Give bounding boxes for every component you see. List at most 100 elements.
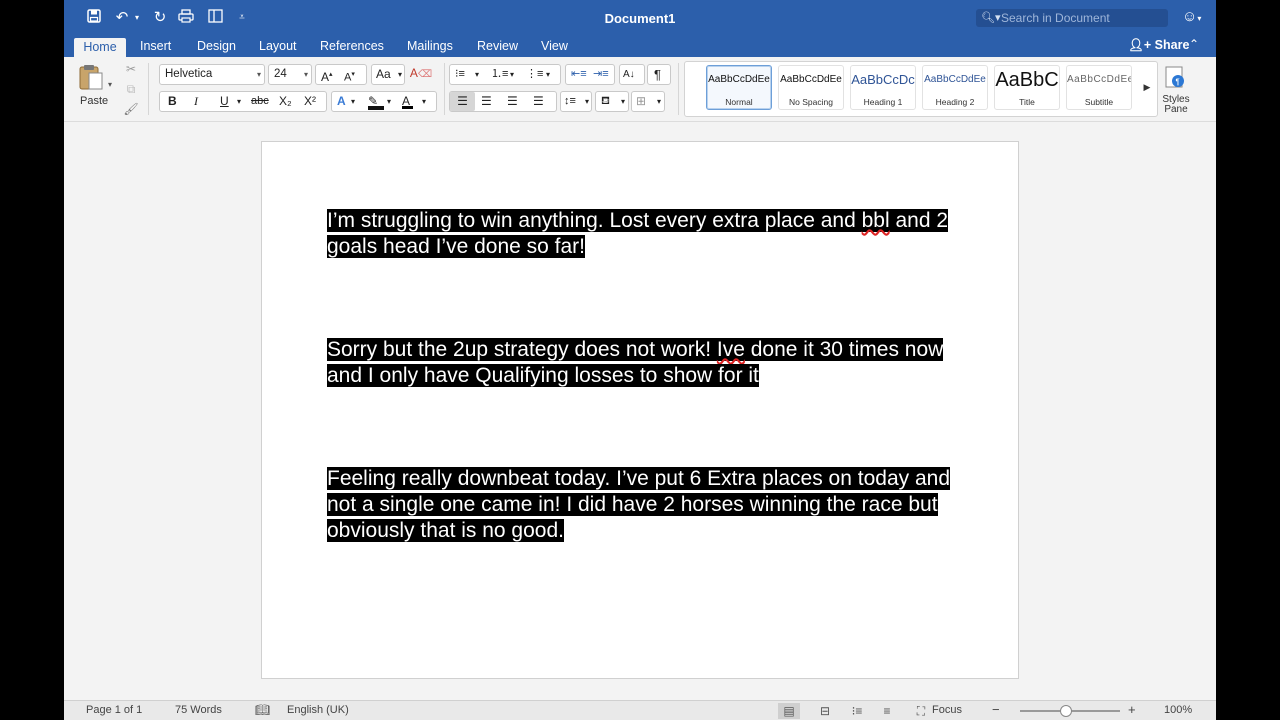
share-button[interactable]: 👤︎+ Share <box>1128 38 1189 53</box>
font-size-select[interactable]: 24 ▾ <box>268 64 312 85</box>
zoom-out-button[interactable]: − <box>992 702 1000 717</box>
borders-icon[interactable]: ⊞ ▾ <box>631 91 665 112</box>
separator <box>148 63 149 115</box>
paragraph-3[interactable]: Feeling really downbeat today. I’ve put … <box>327 466 967 544</box>
numbering-icon[interactable]: ⒈≡ <box>491 65 508 84</box>
subscript-button[interactable]: X₂ <box>279 92 292 111</box>
chevron-down-icon: ▾ <box>546 70 551 79</box>
show-formatting-icon[interactable]: ¶ <box>647 64 671 85</box>
change-case-icon[interactable]: Aa ▾ <box>371 64 405 85</box>
style-no-spacing[interactable]: AaBbCcDdEe No Spacing <box>778 65 844 110</box>
align-center-icon[interactable]: ☰ <box>481 92 492 111</box>
zoom-level[interactable]: 100% <box>1164 704 1192 716</box>
zoom-in-button[interactable]: + <box>1128 702 1136 717</box>
focus-button[interactable]: Focus <box>932 704 962 716</box>
line-spacing-icon[interactable]: ↕≡ ▾ <box>560 91 592 112</box>
page-count[interactable]: Page 1 of 1 <box>86 704 142 716</box>
outline-view-icon[interactable]: ⁝≡ <box>846 703 868 719</box>
shrink-font-icon[interactable]: A▾ <box>344 65 355 88</box>
document-page[interactable]: I’m struggling to win anything. Lost eve… <box>261 141 1019 679</box>
svg-text:¶: ¶ <box>1176 78 1180 87</box>
print-layout-icon[interactable]: ▤ <box>778 703 800 719</box>
misspelled-word[interactable]: Ive <box>717 338 745 361</box>
bullets-icon[interactable]: ⁝≡ <box>455 65 465 84</box>
chevron-down-icon[interactable]: ▾ <box>237 92 241 111</box>
zoom-slider-handle[interactable] <box>1060 705 1072 717</box>
align-right-icon[interactable]: ☰ <box>507 92 518 111</box>
tab-mailings[interactable]: Mailings <box>407 37 453 57</box>
highlight-icon[interactable]: ✎ <box>368 92 384 111</box>
status-bar: Page 1 of 1 75 Words 📖︎ English (UK) ▤ ⊟… <box>64 700 1216 720</box>
strikethrough-button[interactable]: abc <box>251 92 269 111</box>
styles-gallery-more-icon[interactable]: ▶ <box>1140 77 1154 97</box>
add-person-icon: 👤︎+ <box>1128 38 1152 52</box>
clear-formatting-icon[interactable]: A⌫ <box>409 63 433 83</box>
focus-icon[interactable]: ⛶ <box>910 703 932 719</box>
sort-icon[interactable]: A↓ <box>619 64 645 85</box>
proofing-icon[interactable]: 📖︎ <box>255 703 270 717</box>
cut-icon[interactable]: ✂ <box>122 59 140 79</box>
word-count[interactable]: 75 Words <box>175 704 222 716</box>
chevron-down-icon: ▾ <box>422 97 427 106</box>
title-bar: ↶ ▾ ↻ ⩡ Document1 🔍︎▾ Search in Document… <box>64 0 1216 37</box>
lists-group: ⁝≡ ▾ ⒈≡ ▾ ⋮≡ ▾ <box>449 64 561 85</box>
font-name-select[interactable]: Helvetica ▾ <box>159 64 265 85</box>
tab-layout[interactable]: Layout <box>259 37 297 57</box>
style-subtitle[interactable]: AaBbCcDdEe Subtitle <box>1066 65 1132 110</box>
increase-indent-icon[interactable]: ⇥≡ <box>593 65 609 84</box>
tab-references[interactable]: References <box>320 37 384 57</box>
tab-design[interactable]: Design <box>197 37 236 57</box>
misspelled-word[interactable]: bbl <box>862 209 890 232</box>
draft-view-icon[interactable]: ≡ <box>876 703 898 719</box>
bold-button[interactable]: B <box>168 92 177 111</box>
format-painter-icon[interactable]: 🖌︎ <box>122 99 140 119</box>
ribbon-home: ▾ Paste ✂ ⧉ 🖌︎ Helvetica ▾ 24 ▾ A▴ A▾ Aa… <box>64 57 1216 122</box>
style-heading-1[interactable]: AaBbCcDc Heading 1 <box>850 65 916 110</box>
paragraph-1[interactable]: I’m struggling to win anything. Lost eve… <box>327 208 967 260</box>
grow-shrink-font-group: A▴ A▾ <box>315 64 367 85</box>
underline-button[interactable]: U <box>220 92 229 111</box>
paragraph-2[interactable]: Sorry but the 2up strategy does not work… <box>327 337 967 389</box>
separator <box>678 63 679 115</box>
word-window: ↶ ▾ ↻ ⩡ Document1 🔍︎▾ Search in Document… <box>64 0 1216 720</box>
copy-icon[interactable]: ⧉ <box>122 79 140 99</box>
search-input[interactable]: 🔍︎▾ Search in Document <box>976 9 1168 27</box>
feedback-smiley-icon[interactable]: ☺▾ <box>1182 8 1201 25</box>
web-layout-icon[interactable]: ⊟ <box>814 703 836 719</box>
tab-review[interactable]: Review <box>477 37 518 57</box>
chevron-down-icon: ▾ <box>475 70 480 79</box>
align-left-icon[interactable]: ☰ <box>450 92 475 111</box>
collapse-ribbon-icon[interactable]: ⌃ <box>1189 37 1199 51</box>
italic-button[interactable]: I <box>194 92 198 111</box>
search-icon: 🔍︎▾ <box>981 12 1001 24</box>
text-effects-group: A ▾ ✎ ▾ A ▾ <box>331 91 437 112</box>
decrease-indent-icon[interactable]: ⇤≡ <box>571 65 587 84</box>
separator <box>444 63 445 115</box>
grow-font-icon[interactable]: A▴ <box>321 65 333 87</box>
text-effects-icon[interactable]: A <box>337 92 346 111</box>
multilevel-list-icon[interactable]: ⋮≡ <box>526 65 543 84</box>
font-color-icon[interactable]: A <box>402 92 413 111</box>
paste-icon[interactable]: ▾ <box>76 63 112 93</box>
style-heading-2[interactable]: AaBbCcDdEe Heading 2 <box>922 65 988 110</box>
tab-home[interactable]: Home <box>74 38 126 57</box>
chevron-down-icon: ▾ <box>387 97 392 106</box>
paste-button[interactable]: Paste <box>80 95 108 107</box>
chevron-down-icon: ▾ <box>351 97 356 106</box>
style-title[interactable]: AaBbC Title <box>994 65 1060 110</box>
alignment-group: ☰ ☰ ☰ ☰ <box>449 91 557 112</box>
ribbon-tabs: Home Insert Design Layout References Mai… <box>64 37 1216 57</box>
search-placeholder: Search in Document <box>1001 11 1110 25</box>
chevron-down-icon: ▾ <box>303 70 308 79</box>
svg-text:▾: ▾ <box>108 80 112 89</box>
shading-icon[interactable]: ⛾ ▾ <box>595 91 629 112</box>
superscript-button[interactable]: X² <box>304 92 316 111</box>
justify-icon[interactable]: ☰ <box>533 92 544 111</box>
styles-pane-button[interactable]: Styles Pane <box>1158 95 1194 115</box>
language[interactable]: English (UK) <box>287 704 349 716</box>
styles-pane-icon[interactable]: ¶ <box>1164 65 1186 91</box>
indent-group: ⇤≡ ⇥≡ <box>565 64 615 85</box>
tab-view[interactable]: View <box>541 37 568 57</box>
style-normal[interactable]: AaBbCcDdEe Normal <box>706 65 772 110</box>
tab-insert[interactable]: Insert <box>140 37 171 57</box>
